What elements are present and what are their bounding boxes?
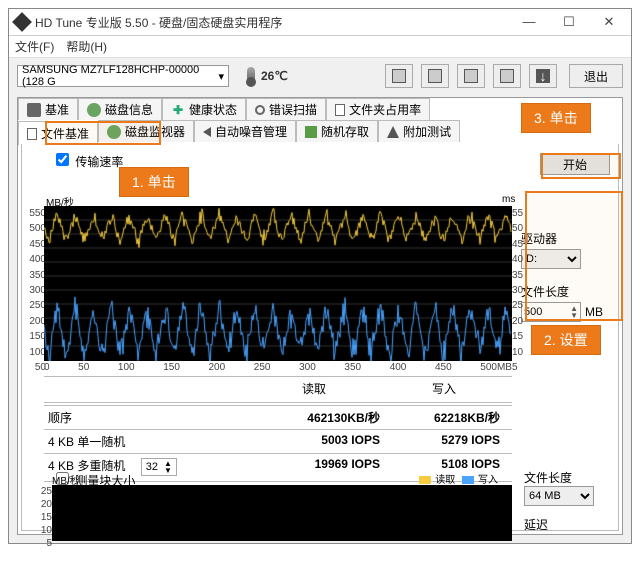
application-window: HD Tune 专业版 5.50 - 硬盘/固态硬盘实用程序 — ☐ ✕ 文件(… <box>8 8 632 544</box>
options-button[interactable]: ↓ <box>529 64 557 88</box>
result-table: 读取 写入 顺序 462130KB/秒 62218KB/秒 4 KB 单一随机 … <box>44 376 512 484</box>
tab-基准[interactable]: 基准 <box>18 98 78 120</box>
doc-icon <box>335 104 345 116</box>
close-button[interactable]: ✕ <box>589 9 629 36</box>
block-size-section: 测量块大小 读取 写入 MB/秒 252015105 文件长度 64 MB 延迟 <box>28 469 612 569</box>
legend: 读取 写入 <box>415 471 498 486</box>
transfer-rate-checkbox[interactable]: 传输速率 <box>52 155 123 169</box>
disk-icon <box>87 103 101 117</box>
tab-随机存取[interactable]: 随机存取 <box>296 120 378 142</box>
col-read: 读取 <box>244 377 384 400</box>
annotation-3: 3. 单击 <box>521 103 591 133</box>
maximize-button[interactable]: ☐ <box>549 9 589 36</box>
exit-button[interactable]: 退出 <box>569 64 623 88</box>
title-bar: HD Tune 专业版 5.50 - 硬盘/固态硬盘实用程序 — ☐ ✕ <box>9 9 631 36</box>
x-axis: 050100150200250300350400450500MB <box>44 362 512 373</box>
tab-磁盘信息[interactable]: 磁盘信息 <box>78 98 162 120</box>
table-row: 4 KB 单一随机 5003 IOPS 5279 IOPS <box>44 429 512 453</box>
tab-附加测试[interactable]: 附加测试 <box>378 120 460 142</box>
y-axis-unit-right: ms <box>502 194 515 205</box>
annotation-2: 2. 设置 <box>531 325 601 355</box>
block-file-length-label: 文件长度 <box>524 469 612 486</box>
block-file-length-select[interactable]: 64 MB <box>524 486 594 506</box>
chevron-down-icon: ▾ <box>218 70 224 83</box>
annotation-1: 1. 单击 <box>119 167 189 197</box>
doc-icon <box>27 128 37 140</box>
screenshot-button[interactable] <box>457 64 485 88</box>
table-row: 顺序 462130KB/秒 62218KB/秒 <box>44 405 512 429</box>
benchmark-chart <box>44 206 512 361</box>
block-settings: 文件长度 64 MB 延迟 <box>524 469 612 533</box>
annotation-box-2 <box>525 191 623 321</box>
temperature-display: 26℃ <box>247 67 288 85</box>
copy-info-button[interactable] <box>421 64 449 88</box>
menu-help[interactable]: 帮助(H) <box>66 38 107 55</box>
chip-icon <box>305 126 317 138</box>
save-button[interactable] <box>493 64 521 88</box>
camera-icon <box>27 103 41 117</box>
annotation-box-1 <box>45 121 161 145</box>
speaker-icon <box>203 127 211 137</box>
minimize-button[interactable]: — <box>509 9 549 36</box>
thermometer-icon <box>247 67 255 85</box>
window-title: HD Tune 专业版 5.50 - 硬盘/固态硬盘实用程序 <box>35 14 509 31</box>
block-chart <box>52 485 512 541</box>
menu-file[interactable]: 文件(F) <box>15 38 54 55</box>
col-write: 写入 <box>384 377 504 400</box>
tab-错误扫描[interactable]: 错误扫描 <box>246 98 326 120</box>
tab-自动噪音管理[interactable]: 自动噪音管理 <box>194 120 296 142</box>
tab-健康状态[interactable]: ✚健康状态 <box>162 98 246 120</box>
mag-icon <box>255 105 265 115</box>
device-select[interactable]: SAMSUNG MZ7LF128HCHP-00000 (128 G▾ <box>17 65 229 87</box>
toolbar: SAMSUNG MZ7LF128HCHP-00000 (128 G▾ 26℃ ↓… <box>9 58 631 94</box>
delay-label: 延迟 <box>524 516 612 533</box>
plus-icon: ✚ <box>171 103 185 117</box>
menu-bar: 文件(F) 帮助(H) <box>9 36 631 58</box>
beak-icon <box>387 126 399 138</box>
app-icon <box>12 12 32 32</box>
tab-文件夹占用率[interactable]: 文件夹占用率 <box>326 98 430 120</box>
annotation-box-3 <box>541 153 621 179</box>
block-y-axis: 252015105 <box>30 485 52 550</box>
y-axis-left: 55050045040035030025020015010050 <box>24 206 46 375</box>
copy-text-button[interactable] <box>385 64 413 88</box>
